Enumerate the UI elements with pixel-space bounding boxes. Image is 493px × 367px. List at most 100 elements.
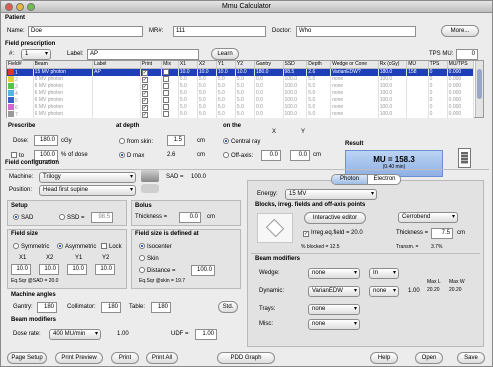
table-cell-tps[interactable]: 0 [428,82,448,90]
table-cell-wedge[interactable]: none [330,82,379,90]
off-axis-radio[interactable]: Off-axis: [223,152,253,159]
ssd-field[interactable]: 98.5 [91,212,113,223]
irreg-field-checkbox-box[interactable]: ✓ [303,231,309,237]
to-checkbox[interactable]: to [11,152,24,159]
page-setup-button[interactable]: Page Setup [7,352,47,364]
table-cell-beam[interactable]: 6 MV photon [33,75,94,83]
table-cell-tps[interactable]: 0 [428,75,448,83]
symmetric-radio-dot[interactable] [13,243,19,249]
table-cell-num[interactable]: 3 [7,82,34,90]
table-cell-y2[interactable]: 5.0 [235,103,255,111]
table-row[interactable]: 46 MV photon ✓ 5.0 5.0 5.0 5.0 0.0 100.0 5.0 none… [7,89,475,97]
table-cell-ssd[interactable]: 100.0 [283,82,308,90]
mix-checkbox[interactable] [163,68,170,75]
from-skin-radio[interactable]: from skin: [119,138,153,145]
table-cell-x2[interactable]: 5.0 [197,110,217,118]
table-cell-depth[interactable]: 2.6 [306,68,332,76]
table-cell-label[interactable] [92,96,141,104]
wedge-select[interactable]: none [308,268,360,279]
col-header[interactable]: Rx (cGy) [378,61,408,69]
tab-electron[interactable]: Electron [367,175,400,184]
help-button[interactable]: Help [370,352,398,364]
print-checkbox[interactable]: ✓ [141,83,148,90]
y1-field[interactable]: 10.0 [67,264,87,275]
table-cell-label[interactable] [92,82,141,90]
udf-field[interactable]: 1.00 [195,329,217,340]
dynamic-angle-select[interactable]: none [369,286,399,297]
pdd-graph-button[interactable]: PDD Graph [217,352,275,364]
table-cell-rx[interactable]: 100.0 [378,75,408,83]
print-all-button[interactable]: Print All [146,352,178,364]
table-cell-rx[interactable]: 100.0 [378,82,408,90]
mrn-field[interactable]: 111 [173,26,266,37]
table-cell-depth[interactable]: 5.0 [306,96,332,104]
name-field[interactable]: Doe [28,26,143,37]
col-header[interactable]: Depth [306,61,332,69]
table-cell-y1[interactable]: 5.0 [216,75,236,83]
table-cell-ssd[interactable]: 100.0 [283,89,308,97]
table-cell-x2[interactable]: 5.0 [197,89,217,97]
trays-select[interactable]: none [308,304,360,315]
dynamic-wedge-select[interactable]: VarianEDW [308,286,360,297]
zoom-window-icon[interactable] [27,3,35,11]
col-header[interactable]: Beam [33,61,94,69]
interactive-editor-button[interactable]: Interactive editor [304,212,366,224]
table-cell-wedge[interactable]: none [330,103,379,111]
lock-checkbox-box[interactable] [101,243,107,249]
print-checkbox[interactable]: ✓ [141,111,148,118]
mix-checkbox[interactable] [163,75,170,82]
col-header[interactable]: X1 [178,61,198,69]
table-cell-gantry[interactable]: 0.0 [254,82,284,90]
table-cell-num[interactable]: 1 [7,68,34,76]
distance-field[interactable]: 100.0 [191,265,215,276]
energy-select[interactable]: 15 MV [285,189,377,200]
print-checkbox[interactable]: ✓ [141,97,148,104]
central-ray-radio-dot[interactable] [223,138,229,144]
table-cell-depth[interactable]: 5.0 [306,89,332,97]
col-header[interactable]: MU/TPS [447,61,475,69]
table-cell-print[interactable]: ✓ [140,82,163,90]
table-cell-beam[interactable]: 6 MV photon [33,89,94,97]
ssd-radio[interactable]: SSD = [59,214,85,221]
lock-checkbox[interactable]: Lock [101,243,122,250]
table-cell-mu[interactable] [406,82,429,90]
table-cell-depth[interactable]: 5.0 [306,103,332,111]
table-cell-num[interactable]: 4 [7,89,34,97]
col-header[interactable]: Wedge or Cone [330,61,379,69]
table-cell-gantry[interactable]: 0.0 [254,96,284,104]
position-select[interactable]: Head first supine [39,185,136,196]
table-cell-tps[interactable]: 0 [428,103,448,111]
table-cell-wedge[interactable]: none [330,89,379,97]
off-axis-x-field[interactable]: 0.0 [261,150,281,161]
table-cell-mu[interactable] [406,103,429,111]
print-button[interactable]: Print [111,352,139,364]
table-cell-mix[interactable] [161,96,179,104]
asymmetric-radio-dot[interactable] [57,243,63,249]
col-header[interactable]: Label [92,61,141,69]
table-cell-y2[interactable]: 10.0 [235,68,255,76]
table-cell-y1[interactable]: 5.0 [216,96,236,104]
mix-checkbox[interactable] [163,110,170,117]
table-cell-ssd[interactable]: 98.5 [283,68,308,76]
block-thickness-field[interactable]: 7.5 [431,228,453,239]
dmax-radio[interactable]: D max [119,152,144,159]
mix-checkbox[interactable] [163,96,170,103]
distance-radio-dot[interactable] [139,267,145,273]
table-cell-x1[interactable]: 5.0 [178,110,198,118]
table-cell-x2[interactable]: 5.0 [197,82,217,90]
wedge-direction-select[interactable]: In [369,268,399,279]
minimize-window-icon[interactable] [16,3,24,11]
table-cell-x1[interactable]: 5.0 [178,82,198,90]
central-ray-radio[interactable]: Central ray [223,138,260,145]
table-cell-y1[interactable]: 5.0 [216,110,236,118]
table-cell-tps[interactable]: 0 [428,96,448,104]
table-cell-ssd[interactable]: 100.0 [283,103,308,111]
table-cell-depth[interactable]: 5.0 [306,110,332,118]
col-header[interactable]: MU [406,61,429,69]
more-button[interactable]: More... [441,25,479,37]
table-cell-x2[interactable]: 5.0 [197,103,217,111]
table-cell-label[interactable] [92,103,141,111]
table-cell-mu[interactable] [406,89,429,97]
table-cell-x1[interactable]: 5.0 [178,89,198,97]
table-cell-mu[interactable] [406,110,429,118]
